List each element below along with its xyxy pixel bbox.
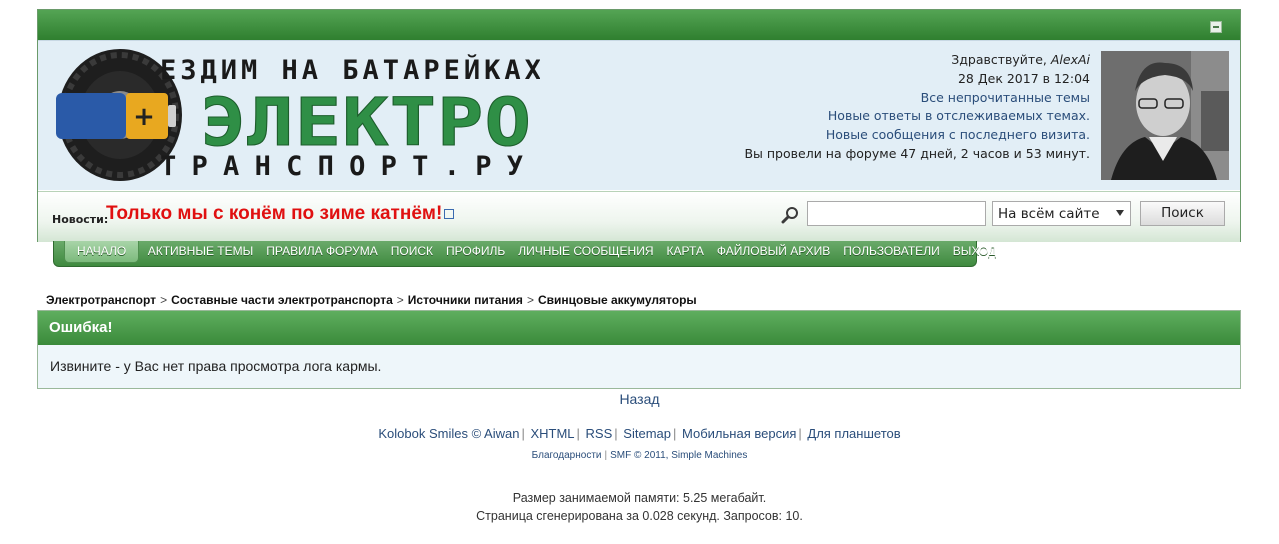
breadcrumb-item[interactable]: Источники питания xyxy=(408,293,523,307)
footer-separator: | xyxy=(798,426,802,441)
footer-links: Kolobok Smiles © Aiwan | XHTML | RSS | Site… xyxy=(0,426,1279,441)
main-menu: НАЧАЛО АКТИВНЫЕ ТЕМЫ ПРАВИЛА ФОРУМА ПОИС… xyxy=(53,241,996,267)
search-button[interactable]: Поиск xyxy=(1140,201,1225,226)
current-datetime: 28 Дек 2017 в 12:04 xyxy=(957,70,1090,86)
link-new-posts[interactable]: Новые сообщения с последнего визита. xyxy=(744,126,1090,145)
footer-separator: | xyxy=(604,450,608,461)
footer-link-thanks[interactable]: Благодарности xyxy=(532,450,602,461)
footer-link-smf[interactable]: SMF © 2011, Simple Machines xyxy=(610,450,747,461)
collapse-header-icon[interactable] xyxy=(1210,21,1222,33)
search-icon xyxy=(781,207,798,224)
svg-text:ЭЛЕКТРО: ЭЛЕКТРО xyxy=(200,84,532,161)
battery-icon: + xyxy=(56,93,176,139)
news-headline-text: Только мы с конём по зиме катнём! xyxy=(106,203,443,224)
footer-link-rss[interactable]: RSS xyxy=(586,426,613,441)
breadcrumb-item[interactable]: Свинцовые аккумуляторы xyxy=(538,293,697,307)
site-logo[interactable]: + ЕЗДИМ НА БАТАРЕЙКАХ ЭЛЕКТРО ТРАНСПОРТ.… xyxy=(50,45,540,187)
error-message: Извините - у Вас нет права просмотра лог… xyxy=(38,345,1240,388)
forum-header-frame: + ЕЗДИМ НА БАТАРЕЙКАХ ЭЛЕКТРО ТРАНСПОРТ.… xyxy=(37,9,1241,242)
footer-link-smiles[interactable]: Kolobok Smiles © Aiwan xyxy=(378,426,519,441)
footer-stats: Размер занимаемой памяти: 5.25 мегабайт.… xyxy=(0,489,1279,525)
search-scope-value: На всём сайте xyxy=(998,206,1100,222)
footer-link-xhtml[interactable]: XHTML xyxy=(530,426,574,441)
generation-time: Страница сгенерирована за 0.028 секунд. … xyxy=(476,509,803,523)
menu-item-search[interactable]: ПОИСК xyxy=(384,241,439,262)
user-greeting-panel: Здравствуйте, AlexAi 28 Дек 2017 в 12:04… xyxy=(744,51,1090,164)
link-unread-topics[interactable]: Все непрочитанные темы xyxy=(744,89,1090,108)
breadcrumb-item[interactable]: Составные части электротранспорта xyxy=(171,293,393,307)
time-on-forum: Вы провели на форуме 47 дней, 2 часов и … xyxy=(744,145,1090,161)
footer-link-tablet[interactable]: Для планшетов xyxy=(807,426,900,441)
header: + ЕЗДИМ НА БАТАРЕЙКАХ ЭЛЕКТРО ТРАНСПОРТ.… xyxy=(38,40,1240,190)
footer-separator: | xyxy=(614,426,618,441)
news-bar: Новости: Только мы с конём по зиме катнё… xyxy=(38,191,1240,242)
menu-item-active-topics[interactable]: АКТИВНЫЕ ТЕМЫ xyxy=(141,241,260,262)
breadcrumb-item[interactable]: Электротранспорт xyxy=(46,293,156,307)
search-scope-select[interactable]: На всём сайте xyxy=(992,201,1131,226)
menu-item-home[interactable]: НАЧАЛО xyxy=(64,241,140,263)
footer-separator: | xyxy=(576,426,580,441)
search-input[interactable] xyxy=(807,201,986,226)
back-link-text[interactable]: Назад xyxy=(619,391,659,407)
breadcrumb: Электротранспорт > Составные части электро… xyxy=(46,293,697,307)
menu-item-rules[interactable]: ПРАВИЛА ФОРУМА xyxy=(260,241,385,262)
error-title: Ошибка! xyxy=(38,311,1240,345)
menu-item-file-archive[interactable]: ФАЙЛОВЫЙ АРХИВ xyxy=(710,241,836,262)
news-headline[interactable]: Только мы с конём по зиме катнём! xyxy=(106,203,455,225)
chevron-down-icon xyxy=(1116,210,1124,216)
footer-separator: | xyxy=(673,426,677,441)
footer-link-mobile[interactable]: Мобильная версия xyxy=(682,426,796,441)
news-label: Новости: xyxy=(52,213,109,226)
breadcrumb-separator: > xyxy=(526,293,534,307)
footer-credit: Благодарности | SMF © 2011, Simple Machine… xyxy=(0,450,1279,461)
back-link: Назад xyxy=(0,391,1279,407)
memory-usage: Размер занимаемой памяти: 5.25 мегабайт. xyxy=(512,491,767,505)
footer-link-sitemap[interactable]: Sitemap xyxy=(623,426,671,441)
footer-separator: | xyxy=(521,426,525,441)
menu-item-messages[interactable]: ЛИЧНЫЕ СООБЩЕНИЯ xyxy=(512,241,660,262)
external-link-icon[interactable] xyxy=(444,209,455,219)
menu-item-profile[interactable]: ПРОФИЛЬ xyxy=(440,241,512,262)
link-new-replies[interactable]: Новые ответы в отслеживаемых темах. xyxy=(744,107,1090,126)
menu-item-users[interactable]: ПОЛЬЗОВАТЕЛИ xyxy=(837,241,946,262)
menu-item-logout[interactable]: ВЫХОД xyxy=(946,241,1002,262)
svg-text:+: + xyxy=(133,102,155,132)
menu-item-map[interactable]: КАРТА xyxy=(660,241,710,262)
top-bar xyxy=(38,10,1240,40)
error-box: Ошибка! Извините - у Вас нет права просм… xyxy=(37,310,1241,389)
greeting-text: Здравствуйте, xyxy=(951,52,1047,67)
avatar[interactable] xyxy=(1101,51,1229,180)
username[interactable]: AlexAi xyxy=(1051,52,1090,67)
svg-text:ЕЗДИМ НА БАТАРЕЙКАХ: ЕЗДИМ НА БАТАРЕЙКАХ xyxy=(160,54,540,86)
breadcrumb-separator: > xyxy=(160,293,168,307)
breadcrumb-separator: > xyxy=(396,293,404,307)
